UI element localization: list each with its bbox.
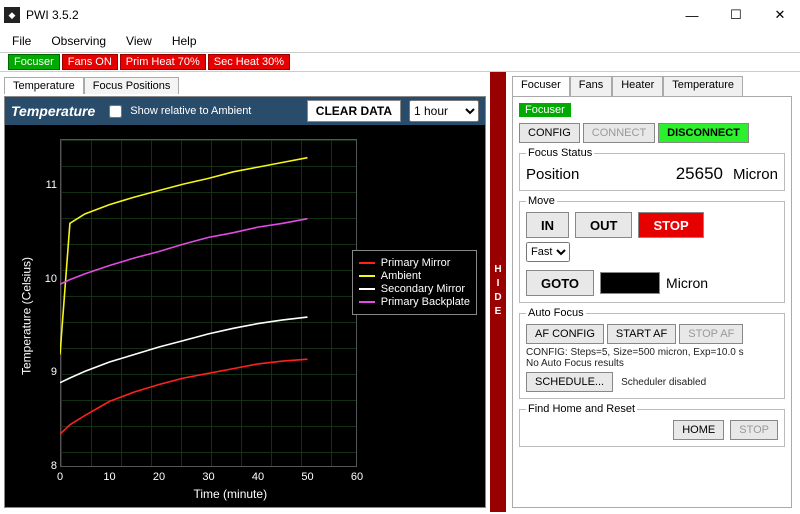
legend-item: Primary Backplate <box>359 296 470 308</box>
disconnect-button[interactable]: DISCONNECT <box>658 123 749 143</box>
position-value: 25650 <box>676 164 723 184</box>
tab-focus-positions[interactable]: Focus Positions <box>84 77 180 94</box>
series-line <box>60 359 308 434</box>
x-tick: 10 <box>103 471 115 483</box>
home-legend: Find Home and Reset <box>526 403 637 415</box>
y-tick: 9 <box>43 366 57 378</box>
y-tick: 11 <box>43 179 57 191</box>
goto-button[interactable]: GOTO <box>526 270 594 296</box>
chart-lines <box>60 139 357 467</box>
scheduler-state: Scheduler disabled <box>621 377 706 388</box>
out-button[interactable]: OUT <box>575 212 632 238</box>
legend-item: Secondary Mirror <box>359 283 470 295</box>
focuser-panel: Focuser CONFIG CONNECT DISCONNECT Focus … <box>512 96 792 508</box>
in-button[interactable]: IN <box>526 212 569 238</box>
chart-legend: Primary MirrorAmbientSecondary MirrorPri… <box>352 250 477 315</box>
stop-button[interactable]: STOP <box>638 212 703 238</box>
home-stop-button[interactable]: STOP <box>730 420 778 440</box>
chart-header: Temperature Show relative to Ambient CLE… <box>5 97 485 125</box>
time-range-select[interactable]: 1 hour <box>409 100 479 122</box>
autofocus-legend: Auto Focus <box>526 307 586 319</box>
menu-bar: File Observing View Help <box>0 30 800 52</box>
app-icon: ◆ <box>4 7 20 23</box>
move-legend: Move <box>526 195 557 207</box>
x-tick: 30 <box>202 471 214 483</box>
rtab-temperature[interactable]: Temperature <box>663 76 743 96</box>
x-tick: 20 <box>153 471 165 483</box>
y-tick: 8 <box>43 460 57 472</box>
move-group: Move IN OUT STOP Fast GOTO Micron <box>519 195 785 303</box>
schedule-button[interactable]: SCHEDULE... <box>526 372 613 392</box>
legend-item: Primary Mirror <box>359 257 470 269</box>
status-strip: Focuser Fans ON Prim Heat 70% Sec Heat 3… <box>0 52 800 72</box>
goto-input[interactable] <box>600 272 660 294</box>
clear-data-button[interactable]: CLEAR DATA <box>307 100 401 122</box>
hide-strip[interactable]: HIDE <box>490 72 506 512</box>
title-bar: ◆ PWI 3.5.2 — ☐ ✕ <box>0 0 800 30</box>
focus-status-legend: Focus Status <box>526 147 594 159</box>
af-results: No Auto Focus results <box>526 358 778 369</box>
left-tabs: Temperature Focus Positions <box>0 72 490 94</box>
status-primheat[interactable]: Prim Heat 70% <box>120 54 206 70</box>
home-button[interactable]: HOME <box>673 420 724 440</box>
autofocus-group: Auto Focus AF CONFIG START AF STOP AF CO… <box>519 307 785 399</box>
status-fans[interactable]: Fans ON <box>62 54 118 70</box>
legend-item: Ambient <box>359 270 470 282</box>
plot-area: Temperature (Celsius) Time (minute) Prim… <box>5 125 485 507</box>
config-button[interactable]: CONFIG <box>519 123 580 143</box>
chart-container: Temperature Show relative to Ambient CLE… <box>4 96 486 508</box>
position-label: Position <box>526 166 666 183</box>
stop-af-button[interactable]: STOP AF <box>679 324 743 344</box>
speed-select[interactable]: Fast <box>526 242 570 262</box>
x-tick: 40 <box>252 471 264 483</box>
rtab-fans[interactable]: Fans <box>570 76 612 96</box>
status-focuser[interactable]: Focuser <box>8 54 60 70</box>
home-group: Find Home and Reset HOME STOP <box>519 403 785 447</box>
position-unit: Micron <box>733 166 778 183</box>
af-config-button[interactable]: AF CONFIG <box>526 324 604 344</box>
status-secheat[interactable]: Sec Heat 30% <box>208 54 290 70</box>
x-axis-label: Time (minute) <box>193 487 267 501</box>
left-panel: Temperature Focus Positions Temperature … <box>0 72 490 512</box>
rtab-focuser[interactable]: Focuser <box>512 76 570 96</box>
tab-temperature[interactable]: Temperature <box>4 77 84 94</box>
chart-title: Temperature <box>11 103 95 119</box>
window-title: PWI 3.5.2 <box>26 8 678 22</box>
rtab-heater[interactable]: Heater <box>612 76 663 96</box>
af-config-line: CONFIG: Steps=5, Size=500 micron, Exp=10… <box>526 347 778 358</box>
series-line <box>60 317 308 383</box>
series-line <box>60 158 308 355</box>
menu-view[interactable]: View <box>126 34 152 48</box>
show-relative-label: Show relative to Ambient <box>130 105 251 117</box>
connect-button[interactable]: CONNECT <box>583 123 655 143</box>
focuser-pill: Focuser <box>519 103 571 117</box>
show-relative-checkbox[interactable] <box>109 105 122 118</box>
menu-observing[interactable]: Observing <box>51 34 106 48</box>
right-tabs: Focuser Fans Heater Temperature <box>512 76 792 96</box>
start-af-button[interactable]: START AF <box>607 324 676 344</box>
x-tick: 0 <box>57 471 63 483</box>
right-panel: Focuser Fans Heater Temperature Focuser … <box>506 72 800 512</box>
x-tick: 60 <box>351 471 363 483</box>
hide-label: HIDE <box>493 264 504 320</box>
minimize-button[interactable]: — <box>678 5 706 25</box>
goto-unit: Micron <box>666 275 708 291</box>
y-tick: 10 <box>43 273 57 285</box>
y-axis-label: Temperature (Celsius) <box>20 257 34 375</box>
close-button[interactable]: ✕ <box>766 5 794 25</box>
maximize-button[interactable]: ☐ <box>722 5 750 25</box>
menu-file[interactable]: File <box>12 34 31 48</box>
focus-status-group: Focus Status Position 25650 Micron <box>519 147 785 191</box>
series-line <box>60 219 308 285</box>
x-tick: 50 <box>301 471 313 483</box>
menu-help[interactable]: Help <box>172 34 197 48</box>
